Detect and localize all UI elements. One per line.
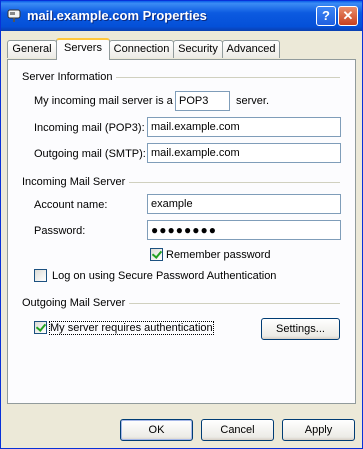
account-name-label: Account name: (34, 199, 108, 211)
servers-panel: Server Information My incoming mail serv… (7, 59, 356, 404)
tab-connection[interactable]: Connection (109, 40, 174, 58)
outgoing-mail-server-heading: Outgoing Mail Server (22, 297, 130, 309)
spa-checkbox[interactable] (34, 269, 47, 282)
ok-button[interactable]: OK (120, 419, 193, 441)
apply-button[interactable]: Apply (282, 419, 355, 441)
tab-servers[interactable]: Servers (56, 38, 110, 60)
spa-label[interactable]: Log on using Secure Password Authenticat… (52, 270, 276, 282)
cancel-button[interactable]: Cancel (201, 419, 274, 441)
window-title: mail.example.com Properties (27, 8, 207, 23)
remember-password-checkbox[interactable] (150, 248, 163, 261)
incoming-mail-input[interactable]: mail.example.com (147, 117, 341, 137)
password-input[interactable]: ●●●●●●●● (147, 220, 341, 240)
close-button[interactable]: ✕ (338, 6, 358, 26)
tab-security[interactable]: Security (173, 40, 223, 58)
remember-password-label[interactable]: Remember password (166, 249, 271, 261)
tab-advanced[interactable]: Advanced (222, 40, 280, 58)
properties-dialog: mail.example.com Properties ? ✕ General … (0, 0, 363, 449)
incoming-server-type-suffix: server. (236, 95, 270, 107)
outgoing-mail-input[interactable]: mail.example.com (147, 143, 341, 163)
outgoing-mail-label: Outgoing mail (SMTP): (34, 148, 146, 160)
settings-button[interactable]: Settings... (261, 318, 340, 340)
mailbox-icon (7, 9, 21, 22)
incoming-server-type-prefix: My incoming mail server is a (34, 95, 173, 107)
smtp-auth-checkbox[interactable] (34, 321, 47, 334)
help-button[interactable]: ? (316, 6, 336, 26)
account-name-input[interactable]: example (147, 194, 341, 214)
tab-general[interactable]: General (7, 40, 57, 58)
smtp-auth-label[interactable]: My server requires authentication (49, 321, 214, 335)
incoming-mail-server-heading: Incoming Mail Server (22, 176, 130, 188)
incoming-mail-label: Incoming mail (POP3): (34, 122, 145, 134)
server-information-heading: Server Information (22, 71, 117, 83)
password-label: Password: (34, 225, 86, 237)
title-bar[interactable]: mail.example.com Properties ? ✕ (1, 1, 362, 31)
server-type-field: POP3 (175, 91, 230, 111)
